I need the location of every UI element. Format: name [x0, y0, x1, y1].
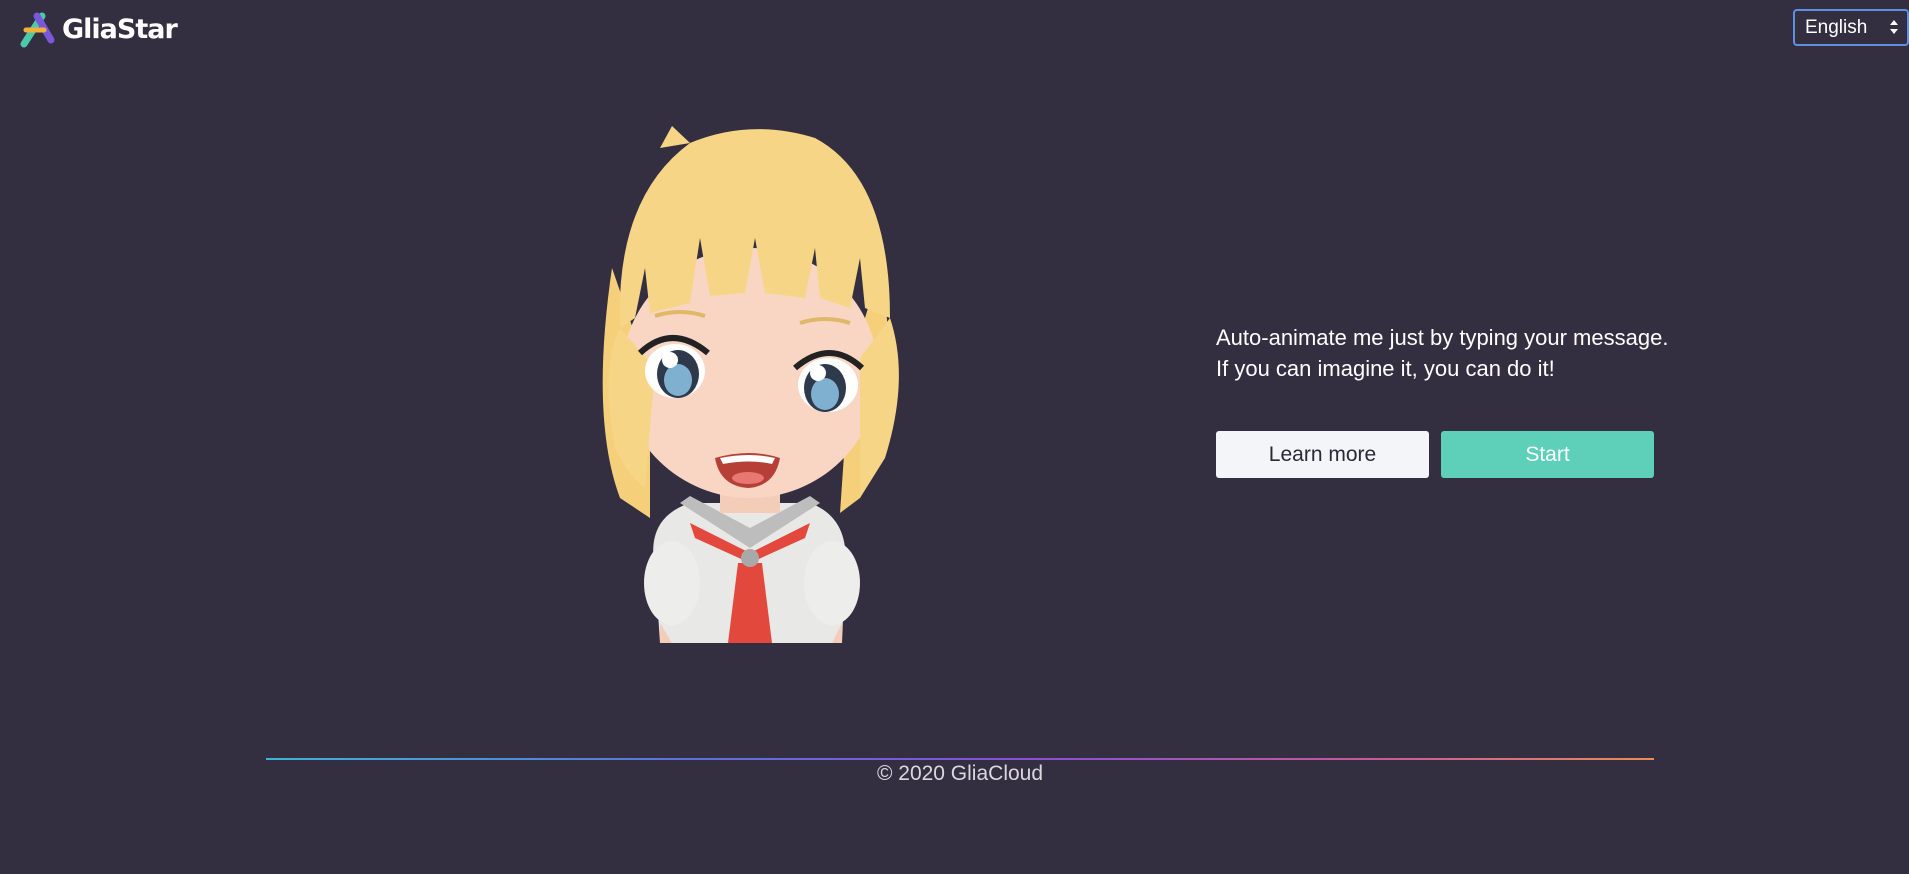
start-button[interactable]: Start — [1441, 431, 1654, 478]
brand-name: GliaStar — [62, 13, 178, 45]
updown-arrows-icon — [1890, 20, 1898, 34]
hero-tagline: Auto-animate me just by typing your mess… — [1216, 322, 1668, 384]
avatar-character — [602, 126, 899, 643]
brand-logo[interactable]: GliaStar — [20, 10, 178, 48]
page: GliaStar English Auto-animate me just by… — [0, 0, 1909, 874]
language-select[interactable]: English — [1793, 9, 1909, 46]
language-select-value: English — [1805, 16, 1868, 38]
tagline-line-1: Auto-animate me just by typing your mess… — [1216, 325, 1669, 350]
tagline-line-2: If you can imagine it, you can do it! — [1216, 356, 1555, 381]
gliastar-logo-icon — [20, 12, 55, 48]
learn-more-button[interactable]: Learn more — [1216, 431, 1429, 478]
footer-copyright: © 2020 GliaCloud — [876, 762, 1044, 785]
footer-divider — [266, 758, 1654, 760]
